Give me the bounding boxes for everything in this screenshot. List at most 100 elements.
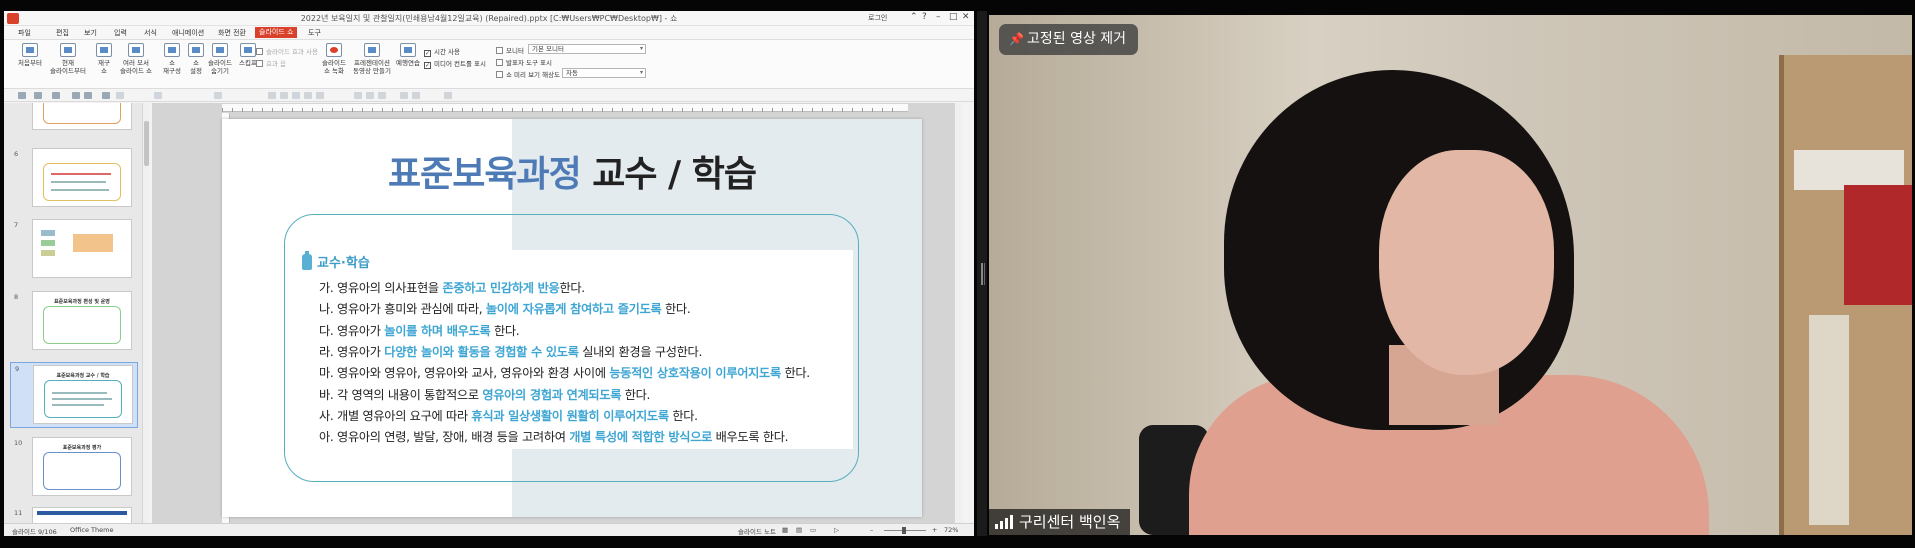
thumbnail-frame: 표준보육과정 평가 [32, 437, 132, 496]
unpin-video-button[interactable]: 📌 고정된 영상 제거 [999, 24, 1139, 55]
close-icon[interactable]: ✕ [962, 12, 970, 22]
maximize-icon[interactable]: □ [949, 12, 958, 22]
login-button[interactable]: 로그인 [868, 13, 887, 23]
ruler-tick [812, 108, 813, 112]
font-color-icon[interactable] [316, 92, 324, 99]
ruler-tick [502, 108, 503, 112]
horizontal-ruler [222, 104, 908, 112]
ruler-tick [772, 108, 773, 112]
slide-canvas[interactable]: 표준보육과정 교수 / 학습 교수·학습 가. 영유아의 의사표현을 존중하고 … [222, 119, 922, 517]
scrollbar-thumb[interactable] [144, 121, 149, 166]
participant-video[interactable]: 📌 고정된 영상 제거 구리센터 백인옥 [989, 15, 1912, 535]
redo-icon[interactable] [116, 92, 124, 99]
use-timings-checkbox[interactable]: 시간 사용 [424, 46, 460, 57]
pin-icon: 📌 [1009, 32, 1024, 46]
menu-animation[interactable]: 애니메이션 [172, 28, 204, 38]
thumbnail-8[interactable]: 8 표준보육과정 편성 및 운영 [10, 291, 138, 355]
bullet-text: 바. 각 영역의 내용이 통합적으로 [319, 387, 483, 402]
thumbnail-6[interactable]: 6 [10, 148, 138, 212]
ruler-tick [352, 108, 353, 112]
slide-effect-checkbox[interactable]: 슬라이드 효과 사용 [256, 46, 318, 56]
workspace-scrollbar[interactable] [954, 103, 962, 523]
menu-file[interactable]: 파일 [18, 28, 31, 38]
new-icon[interactable] [18, 92, 26, 99]
underline-icon[interactable] [292, 92, 300, 99]
record-show-button[interactable]: 슬라이드 쇼 녹화 [314, 43, 354, 75]
menu-edit[interactable]: 편집 [56, 28, 69, 38]
make-video-button[interactable]: 프레젠테이션 동영상 만들기 [352, 43, 392, 75]
thumbnail-9-selected[interactable]: 9 표준보육과정 교수 / 학습 [10, 362, 138, 428]
slideshow-view-icon[interactable]: ▷ [834, 526, 839, 534]
thumbnail-scrollbar[interactable] [142, 103, 150, 523]
minimize-icon[interactable]: – [936, 12, 941, 22]
from-current-button[interactable]: 현재 슬라이드부터 [48, 43, 88, 75]
split-divider[interactable] [977, 11, 987, 536]
notes-toggle[interactable]: 슬라이드 노트 [738, 526, 776, 536]
bullet-text: 한다. [490, 323, 520, 338]
bold-icon[interactable] [268, 92, 276, 99]
thumbnail-5[interactable] [10, 103, 138, 131]
zoom-slider-thumb[interactable] [902, 527, 906, 534]
ruler-tick [532, 108, 533, 112]
bullets-icon[interactable] [400, 92, 408, 99]
normal-view-icon[interactable]: ▦ [782, 526, 788, 534]
italic-icon[interactable] [280, 92, 288, 99]
ruler-tick [762, 108, 763, 112]
ribbon-collapse-icon[interactable]: ⌃ [910, 12, 918, 22]
monitor-select[interactable]: 기본 모니터 [528, 44, 646, 54]
signal-bars-icon [995, 514, 1013, 529]
menu-transition[interactable]: 화면 전환 [218, 28, 246, 38]
effect-sound-checkbox[interactable]: 효과 음 [256, 58, 286, 68]
menu-format[interactable]: 서식 [144, 28, 157, 38]
menu-view[interactable]: 보기 [84, 28, 97, 38]
highlighted-text: 존중하고 민감하게 반응 [442, 281, 560, 295]
menu-tools[interactable]: 도구 [308, 28, 321, 38]
from-beginning-button[interactable]: 처음부터 [10, 43, 50, 67]
zoom-out-icon[interactable]: – [870, 526, 873, 534]
checkbox-icon [256, 48, 263, 55]
print-icon[interactable] [72, 92, 80, 99]
font-size-icon[interactable] [214, 92, 222, 99]
preview-icon[interactable] [84, 92, 92, 99]
ruler-tick [372, 108, 373, 112]
resolution-select[interactable]: 자동 [562, 68, 646, 78]
slide-title-rest: 교수 / 학습 [592, 154, 757, 195]
ruler-tick [642, 108, 643, 112]
align-left-icon[interactable] [354, 92, 362, 99]
zoom-in-icon[interactable]: + [932, 526, 937, 534]
thumbnail-10[interactable]: 10 표준보육과정 평가 [10, 437, 138, 501]
ruler-tick [742, 108, 743, 112]
font-select-icon[interactable] [154, 92, 162, 99]
media-controls-checkbox[interactable]: 미디어 컨트롤 표시 [424, 58, 486, 69]
sorter-view-icon[interactable]: ▤ [796, 526, 802, 534]
zoom-level[interactable]: 72% [944, 526, 958, 534]
video-icon [364, 43, 380, 57]
menu-insert[interactable]: 입력 [114, 28, 127, 38]
thumbnail-frame [32, 219, 132, 278]
multi-monitor-show-button[interactable]: 여러 모서 슬라이드 쇼 [116, 43, 156, 75]
align-center-icon[interactable] [366, 92, 374, 99]
highlighted-text: 영유아의 경험과 연계되도록 [482, 387, 622, 402]
thumbnail-7[interactable]: 7 [10, 219, 138, 283]
highlighted-text: 휴식과 일상생활이 원활히 이루어지도록 [471, 408, 669, 423]
reading-view-icon[interactable]: ▭ [810, 526, 816, 534]
slide-title[interactable]: 표준보육과정 교수 / 학습 [222, 145, 922, 197]
save-icon[interactable] [52, 92, 60, 99]
window-title: 2022년 보육일지 및 관찰일지(민쇄용남4월12일교육) (Repaired… [300, 14, 678, 23]
presenter-tools-checkbox[interactable]: 발표자 도구 표시 [496, 57, 552, 67]
help-icon[interactable]: ? [922, 12, 927, 22]
menu-slideshow[interactable]: 슬라이드 쇼 [255, 27, 298, 38]
thumbnail-11[interactable]: 11 [10, 507, 138, 523]
strike-icon[interactable] [304, 92, 312, 99]
rehearse-button[interactable]: 예행연습 [388, 43, 428, 67]
numbering-icon[interactable] [412, 92, 420, 99]
section-heading[interactable]: 교수·학습 [302, 251, 370, 271]
thumbnail-frame: 표준보육과정 편성 및 운영 [32, 291, 132, 350]
drag-handle-icon[interactable] [981, 263, 983, 285]
ruler-tick [792, 108, 793, 112]
ruler-tick [422, 108, 423, 112]
undo-icon[interactable] [102, 92, 110, 99]
align-right-icon[interactable] [378, 92, 386, 99]
open-icon[interactable] [34, 92, 42, 99]
arrange-icon[interactable] [444, 92, 452, 99]
